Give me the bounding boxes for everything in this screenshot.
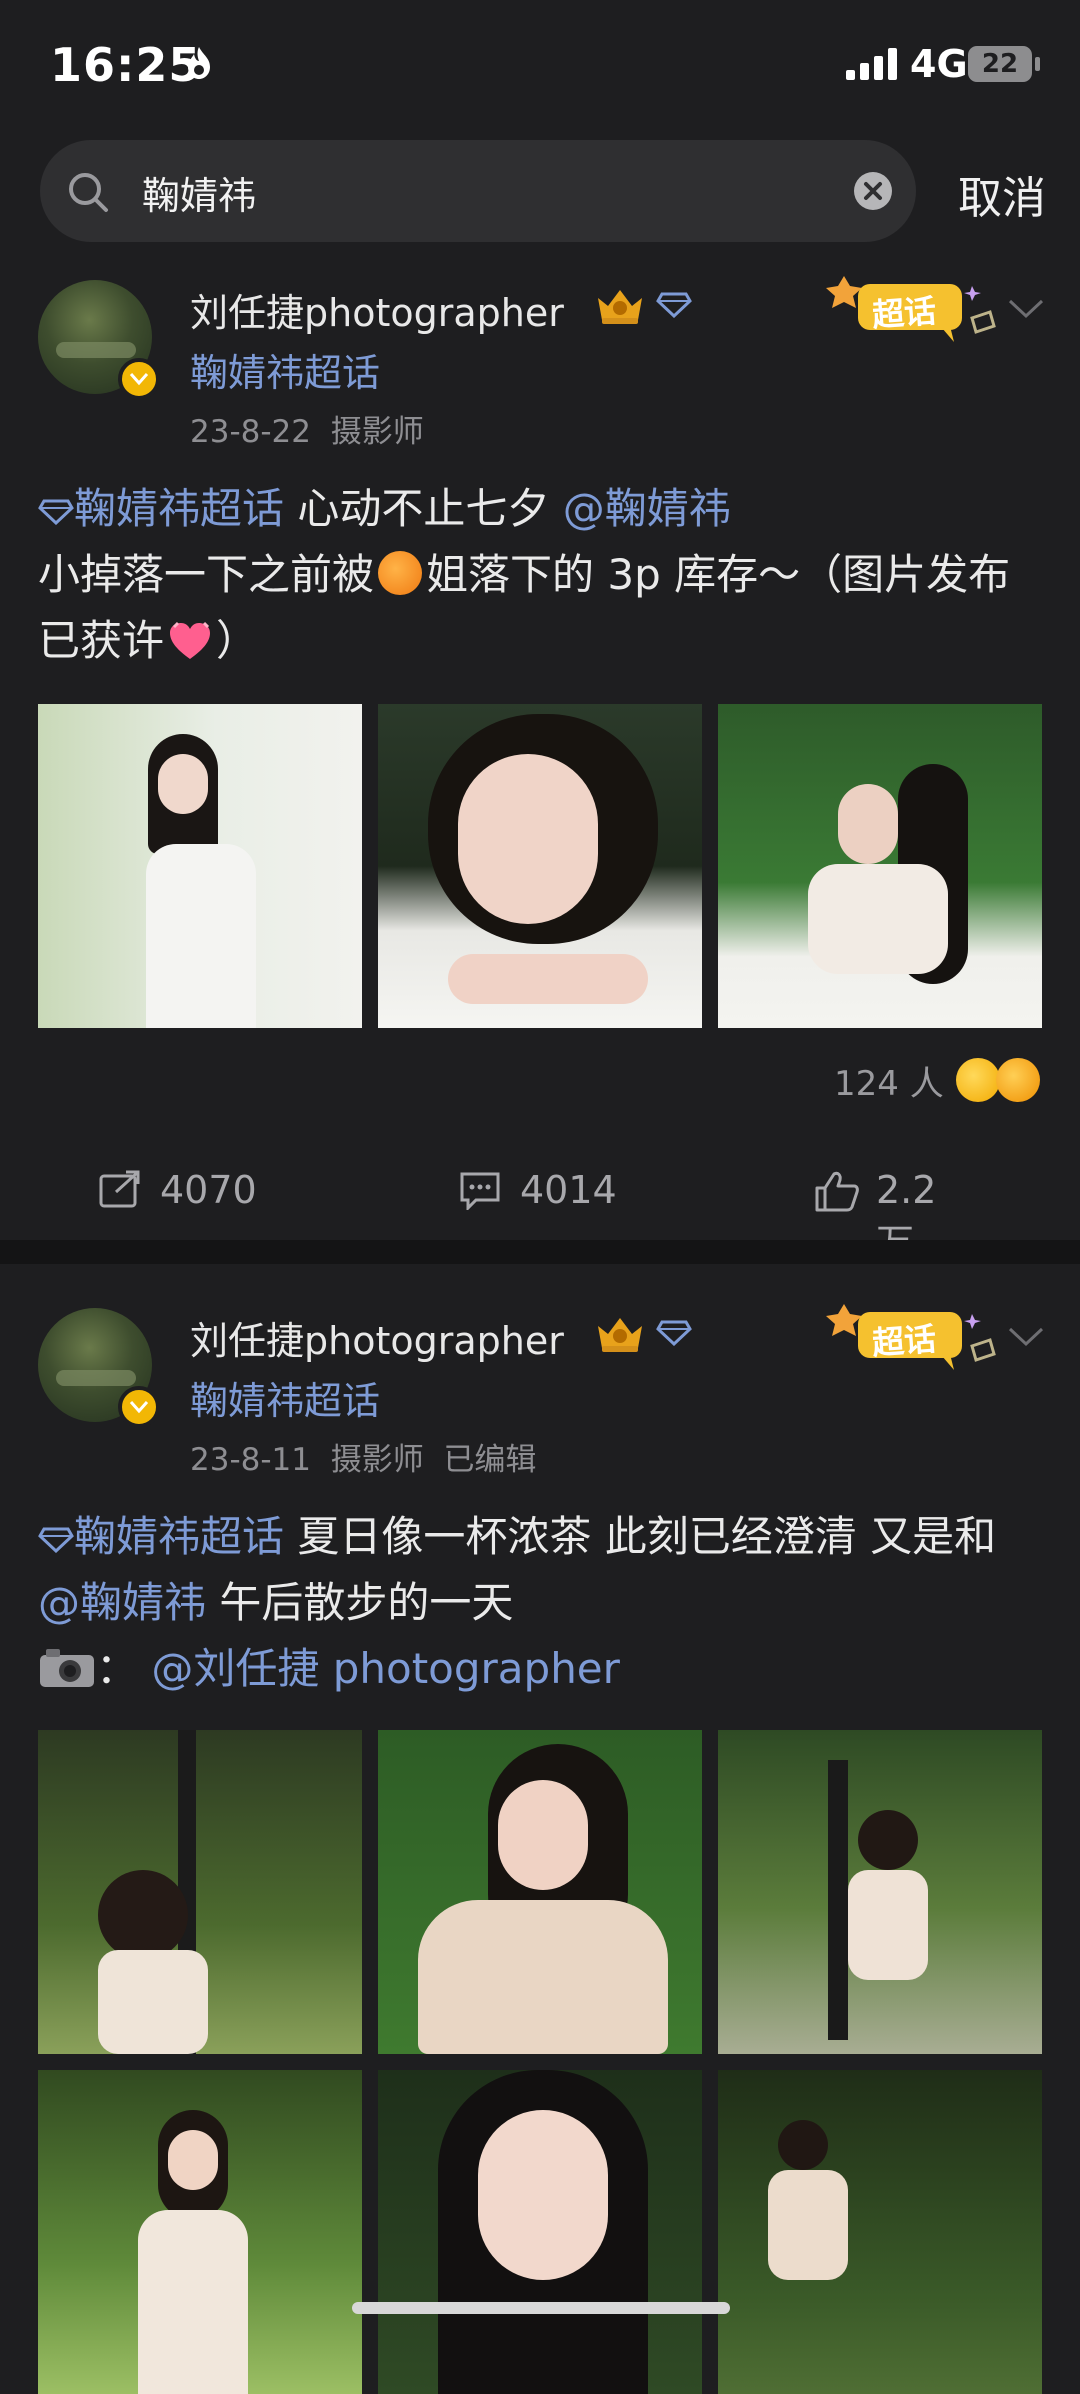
post-photo[interactable]: [38, 704, 362, 1028]
signal-icon: [846, 48, 897, 80]
grin-emoji-icon: [956, 1058, 1000, 1102]
status-time: 16:25: [50, 38, 202, 92]
post-card[interactable]: 刘任捷photographer 鞠婧祎超话 23-8-22 摄影师 超话 鞠婧祎…: [0, 260, 1080, 1265]
user-name[interactable]: 刘任捷photographer: [190, 1310, 564, 1365]
text-body: 心动不止七夕: [284, 484, 563, 533]
home-indicator[interactable]: [352, 2302, 730, 2314]
supertopic-label: 超话: [870, 1319, 938, 1363]
mention-link[interactable]: @鞠婧祎: [38, 1578, 206, 1627]
member-diamond-icon: [656, 292, 692, 318]
text-body: ）: [216, 616, 259, 665]
post-photo[interactable]: [378, 704, 702, 1028]
post-photo[interactable]: [718, 704, 1042, 1028]
orange-emoji-icon: [378, 551, 423, 595]
repost-count: 4070: [160, 1168, 257, 1212]
topic-diamond-icon: [38, 499, 74, 526]
post-photo[interactable]: [38, 2070, 362, 2394]
search-input[interactable]: [140, 162, 844, 222]
verified-badge: [118, 1386, 160, 1428]
chevron-down-icon[interactable]: [1006, 296, 1046, 322]
mention-link[interactable]: @鞠婧祎: [563, 484, 731, 533]
post-photo[interactable]: [38, 1730, 362, 2054]
supertopic-badge[interactable]: 超话: [824, 262, 1000, 346]
author-role: 摄影师: [330, 414, 424, 450]
battery-icon: 22: [968, 46, 1032, 82]
verified-badge: [118, 358, 160, 400]
member-diamond-icon: [656, 1320, 692, 1346]
topic-diamond-icon: [38, 1527, 74, 1554]
text-body: ：: [96, 1644, 139, 1693]
text-topic-link[interactable]: 鞠婧祎超话: [74, 1512, 284, 1561]
topic-link[interactable]: 鞠婧祎超话: [190, 342, 380, 397]
reaction-count[interactable]: 124 人: [834, 1056, 944, 1105]
post-photo[interactable]: [378, 2070, 702, 2394]
battery-level: 22: [981, 49, 1019, 79]
camera-emoji-icon: [40, 1649, 94, 1687]
post-divider: [0, 1240, 1080, 1264]
chevron-down-icon[interactable]: [1006, 1324, 1046, 1350]
edited-tag: 已编辑: [443, 1442, 537, 1478]
flame-icon: [188, 47, 210, 79]
mention-link[interactable]: @刘任捷 photographer: [151, 1644, 620, 1693]
post-meta: 23-8-22 摄影师: [190, 406, 424, 451]
text-body: 夏日像一杯浓茶 此刻已经澄清 又是和: [284, 1512, 997, 1561]
battery-tip: [1035, 57, 1040, 71]
post-date: 23-8-22: [190, 414, 311, 450]
user-name[interactable]: 刘任捷photographer: [190, 282, 564, 337]
text-body: 小掉落一下之前被: [38, 550, 375, 599]
post-photo[interactable]: [378, 1730, 702, 2054]
status-bar: 16:25 4G 22: [0, 0, 1080, 130]
clear-search-icon[interactable]: [854, 172, 892, 210]
crown-icon: [598, 1318, 642, 1352]
supertopic-label: 超话: [870, 291, 938, 335]
network-type: 4G: [910, 42, 968, 86]
repost-icon: [99, 1170, 140, 1208]
text-body: 午后散步的一天: [206, 1578, 514, 1627]
post-meta: 23-8-11 摄影师 已编辑: [190, 1434, 536, 1479]
post-photo[interactable]: [718, 2070, 1042, 2394]
post-text: 鞠婧祎超话 夏日像一杯浓茶 此刻已经澄清 又是和 @鞠婧祎 午后散步的一天 ： …: [38, 1504, 1048, 1702]
text-topic-link[interactable]: 鞠婧祎超话: [74, 484, 284, 533]
topic-link[interactable]: 鞠婧祎超话: [190, 1370, 380, 1425]
post-card[interactable]: 刘任捷photographer 鞠婧祎超话 23-8-11 摄影师 已编辑 超话…: [0, 1264, 1080, 2394]
supertopic-badge[interactable]: 超话: [824, 1290, 1000, 1374]
author-role: 摄影师: [330, 1442, 424, 1478]
post-text: 鞠婧祎超话 心动不止七夕 @鞠婧祎 小掉落一下之前被 姐落下的 3p 库存～（图片…: [38, 476, 1048, 674]
heart-emoji-icon: [170, 621, 211, 659]
crown-icon: [598, 290, 642, 324]
comment-icon: [460, 1172, 500, 1210]
laugh-emoji-icon: [996, 1058, 1040, 1102]
thumbs-up-icon: [815, 1171, 859, 1212]
comment-count: 4014: [520, 1168, 617, 1212]
search-icon: [69, 173, 108, 212]
post-photo[interactable]: [718, 1730, 1042, 2054]
cancel-button[interactable]: 取消: [958, 162, 1046, 226]
search-bar[interactable]: [40, 140, 916, 242]
post-date: 23-8-11: [190, 1442, 311, 1478]
